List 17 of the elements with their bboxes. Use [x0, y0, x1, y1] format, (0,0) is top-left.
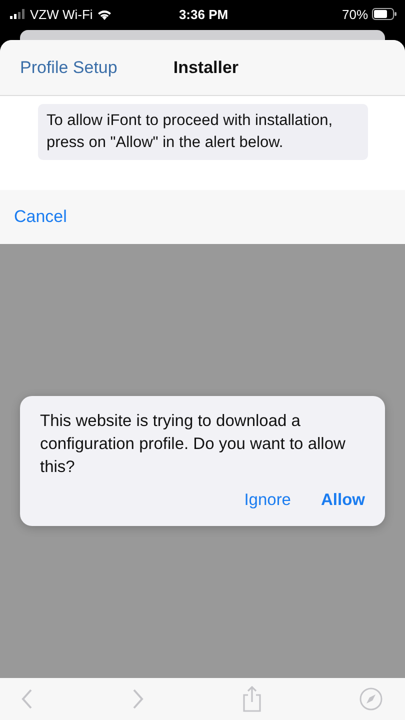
- forward-icon[interactable]: [131, 688, 145, 710]
- share-icon[interactable]: [242, 686, 262, 712]
- clock-time: 3:36 PM: [178, 6, 228, 22]
- compass-icon[interactable]: [359, 687, 383, 711]
- alert-button[interactable]: Allow: [321, 491, 365, 510]
- signal-icon: [10, 9, 26, 19]
- alert-message: This website is trying to download a configuration profile. Do you want to allow this?: [40, 411, 346, 478]
- back-link[interactable]: Profile Setup: [20, 58, 118, 78]
- cancel-link[interactable]: Cancel: [14, 207, 67, 227]
- alert-button[interactable]: Ignore: [244, 491, 291, 510]
- page-title: Installer: [173, 58, 239, 78]
- battery-percentage: 70%: [342, 6, 368, 22]
- wifi-icon: [96, 8, 112, 20]
- battery-icon: [372, 8, 398, 20]
- carrier-name: VZW Wi-Fi: [30, 6, 93, 22]
- notice-message: To allow iFont to proceed with installation, press on "Allow" in the alert below.: [38, 104, 368, 160]
- back-icon[interactable]: [20, 688, 34, 710]
